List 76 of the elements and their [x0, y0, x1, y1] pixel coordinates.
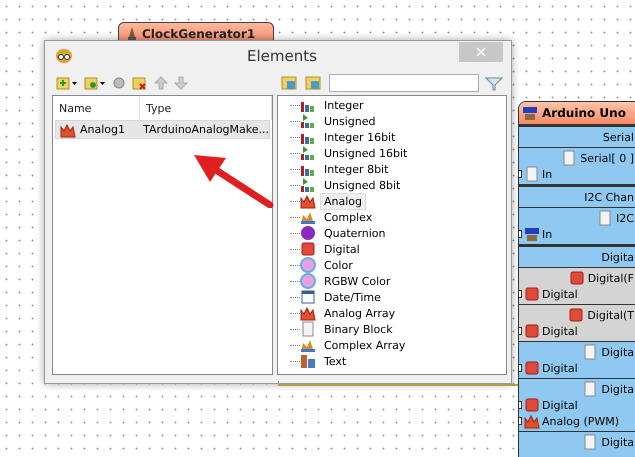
port-icon	[582, 344, 598, 360]
list-row[interactable]: Analog1 TArduinoAnalogMake...	[55, 120, 270, 139]
input-pin[interactable]: Digital	[519, 360, 635, 376]
add-element-button[interactable]	[56, 74, 78, 90]
close-button[interactable]	[459, 42, 503, 62]
pin-icon	[524, 360, 540, 376]
type-icon	[300, 177, 316, 193]
pin-icon	[524, 323, 540, 339]
palette-item[interactable]: Unsigned	[320, 112, 380, 130]
pin-icon	[524, 286, 540, 302]
type-icon	[300, 289, 316, 305]
input-pin[interactable]: In	[519, 226, 635, 242]
wave-icon	[60, 122, 76, 138]
palette-item[interactable]: Date/Time	[320, 288, 385, 306]
input-pin[interactable]: In	[519, 166, 635, 182]
port-icon	[561, 150, 578, 166]
collapse-button[interactable]	[305, 74, 323, 90]
type-icon	[300, 257, 316, 273]
dialog-title: Elements	[247, 46, 317, 64]
palette-item[interactable]: Integer	[320, 96, 368, 114]
expand-button[interactable]	[281, 74, 299, 90]
type-icon	[300, 241, 316, 257]
move-up-button[interactable]	[154, 76, 168, 90]
settings-button[interactable]	[112, 76, 126, 90]
type-icon	[300, 145, 316, 161]
component-title: ClockGenerator1	[142, 27, 256, 41]
palette-item[interactable]: Complex	[320, 208, 376, 226]
group-label: Digita	[601, 382, 634, 396]
port-icon	[582, 434, 598, 450]
pin-icon	[524, 226, 540, 242]
move-down-button[interactable]	[174, 76, 188, 90]
type-icon	[300, 353, 316, 369]
search-field[interactable]	[329, 74, 479, 92]
palette-item[interactable]: Integer 8bit	[320, 160, 392, 178]
input-pin[interactable]: Analog (PWM)	[519, 413, 635, 429]
type-icon	[300, 225, 316, 241]
palette-item[interactable]: Unsigned 16bit	[320, 144, 412, 162]
palette-item[interactable]: Analog Array	[320, 304, 400, 322]
delete-button[interactable]	[132, 74, 148, 90]
block-title: Arduino Uno	[542, 106, 626, 120]
palette-item[interactable]: Binary Block	[320, 320, 397, 338]
input-pin[interactable]: Digital	[519, 397, 635, 413]
blocked-icon	[568, 270, 585, 286]
type-icon	[300, 113, 316, 129]
type-icon	[300, 305, 316, 321]
palette-item[interactable]: Complex Array	[320, 336, 410, 354]
add-pin-button[interactable]	[84, 74, 106, 90]
pin-icon	[524, 397, 540, 413]
pin-icon	[524, 166, 540, 182]
group-label: Digital(T	[587, 308, 634, 322]
port-icon	[582, 381, 598, 397]
type-icon	[300, 193, 316, 209]
palette-item[interactable]: RGBW Color	[320, 272, 394, 290]
group-label: Digita	[601, 346, 634, 358]
port-icon	[597, 210, 614, 226]
name-cell: Analog1	[56, 122, 140, 138]
group-label: I2C	[616, 212, 634, 224]
rocket-icon	[127, 27, 137, 41]
palette-item[interactable]: Color	[320, 256, 357, 274]
palette-item[interactable]: Integer 16bit	[320, 128, 400, 146]
palette-item[interactable]: Quaternion	[320, 224, 390, 242]
filter-button[interactable]	[485, 74, 503, 90]
group-label: Digital(F	[588, 272, 634, 284]
type-icon	[300, 321, 316, 337]
app-icon	[55, 48, 73, 64]
pin-icon	[524, 413, 540, 429]
palette-item[interactable]: Unsigned 8bit	[320, 176, 404, 194]
palette-item[interactable]: Text	[320, 352, 350, 370]
palette-item[interactable]: Digital	[320, 240, 364, 258]
board-icon	[522, 105, 538, 121]
group-label: Serial[ 0 ]	[580, 152, 634, 164]
blocked-icon	[568, 307, 584, 323]
type-icon	[300, 273, 316, 289]
group-label: Digita	[601, 436, 634, 448]
palette-item[interactable]: Analog	[320, 192, 366, 210]
type-cell-text: TArduinoAnalogMake...	[142, 123, 269, 136]
